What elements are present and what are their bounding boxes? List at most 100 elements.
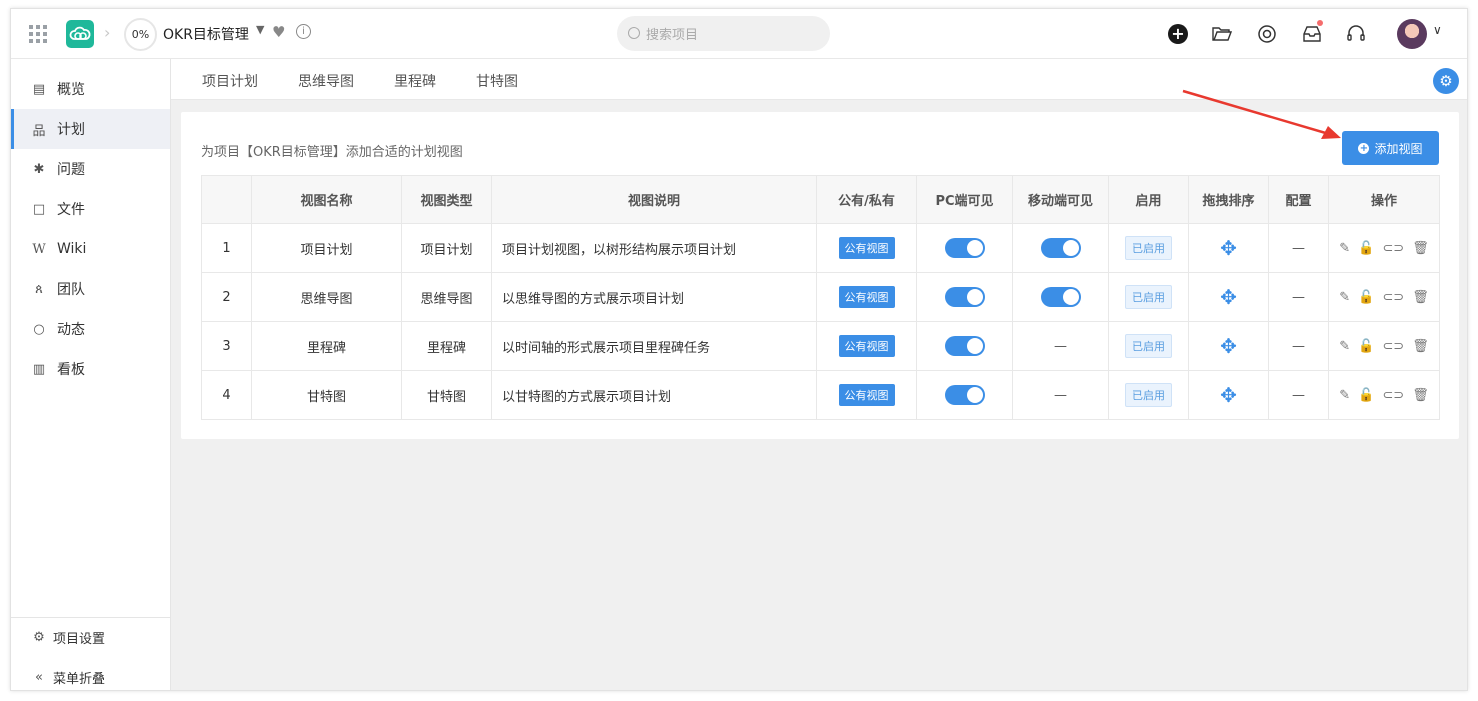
sidebar-item-label: 动态 <box>57 322 85 338</box>
sidebar-item-label: 团队 <box>57 282 85 298</box>
visibility-badge: 公有视图 <box>838 237 895 259</box>
column-header: 公有/私有 <box>816 175 917 224</box>
column-header: 视图名称 <box>251 175 402 224</box>
tab-gantt[interactable]: 甘特图 <box>476 71 518 91</box>
view-description: 以思维导图的方式展示项目计划 <box>491 272 817 322</box>
view-type: 思维导图 <box>401 272 492 322</box>
toggle-icon[interactable]: ⊂⊃ <box>1382 241 1404 256</box>
edit-icon[interactable]: ✎ <box>1339 241 1350 256</box>
lock-icon[interactable]: 🔓 <box>1358 241 1374 256</box>
headset-icon[interactable] <box>1344 22 1368 46</box>
sidebar-item-activity[interactable]: ○ 动态 <box>11 309 170 349</box>
add-button[interactable]: + <box>1166 22 1190 46</box>
top-bar: › 0% OKR目标管理 ▼ ♥ i 搜索项目 + ∨ <box>11 9 1467 59</box>
sidebar-item-overview[interactable]: ▤ 概览 <box>11 69 170 109</box>
column-header: 移动端可见 <box>1012 175 1109 224</box>
edit-icon[interactable]: ✎ <box>1339 290 1350 305</box>
add-view-button[interactable]: + 添加视图 <box>1342 131 1439 165</box>
pc-visible-toggle[interactable] <box>944 336 985 356</box>
actions-cell: ✎ 🔓 ⊂⊃ 🗑 <box>1328 272 1440 322</box>
drag-handle-icon[interactable]: ✥ <box>1220 236 1237 260</box>
sidebar-item-label: Wiki <box>57 241 87 257</box>
avatar[interactable] <box>1397 19 1427 49</box>
hierarchy-icon: 品 <box>32 123 46 139</box>
view-settings-card: 为项目【OKR目标管理】添加合适的计划视图 + 添加视图 视图名称 视图类型 视图… <box>181 112 1459 439</box>
team-icon: ጰ <box>35 281 43 297</box>
table-row: 2 思维导图 思维导图 以思维导图的方式展示项目计划 公有视图 已启用 ✥ — … <box>201 272 1440 322</box>
project-title[interactable]: OKR目标管理 <box>163 24 249 44</box>
pc-visible-toggle[interactable] <box>944 238 985 258</box>
notification-dot <box>1317 20 1323 26</box>
lifebuoy-icon[interactable] <box>1255 22 1279 46</box>
visibility-badge: 公有视图 <box>838 384 895 406</box>
settings-label: 项目设置 <box>53 631 106 647</box>
lock-icon[interactable]: 🔓 <box>1358 339 1374 354</box>
row-index: 2 <box>201 272 252 322</box>
column-header: 拖拽排序 <box>1188 175 1269 224</box>
double-chevron-left-icon: « <box>35 669 43 685</box>
trash-icon[interactable]: 🗑 <box>1412 290 1429 305</box>
trash-icon[interactable]: 🗑 <box>1412 388 1429 403</box>
heart-icon[interactable]: ♥ <box>272 23 285 41</box>
tab-project-plan[interactable]: 项目计划 <box>202 71 258 91</box>
drag-handle-icon[interactable]: ✥ <box>1220 285 1237 309</box>
folder-icon: □ <box>32 201 46 217</box>
project-settings-button[interactable]: ⚙ 项目设置 <box>11 617 170 657</box>
config-cell: — <box>1268 272 1329 322</box>
folder-open-icon[interactable] <box>1210 22 1234 46</box>
pc-visible-toggle[interactable] <box>944 287 985 307</box>
trash-icon[interactable]: 🗑 <box>1412 339 1429 354</box>
cloud-logo-icon[interactable] <box>66 20 94 48</box>
caret-down-icon[interactable]: ▼ <box>256 23 264 36</box>
app-window: › 0% OKR目标管理 ▼ ♥ i 搜索项目 + ∨ ▤ 概览 品计划 ✱ 问题 … <box>10 8 1468 691</box>
config-cell: — <box>1268 321 1329 371</box>
column-header: 配置 <box>1268 175 1329 224</box>
sidebar-item-plan[interactable]: 品计划 <box>11 109 170 149</box>
sidebar-item-board[interactable]: ▥ 看板 <box>11 349 170 389</box>
trash-icon[interactable]: 🗑 <box>1412 241 1429 256</box>
app-grid-icon[interactable] <box>29 25 47 43</box>
drag-handle-icon[interactable]: ✥ <box>1220 383 1237 407</box>
edit-icon[interactable]: ✎ <box>1339 339 1350 354</box>
sidebar-item-wiki[interactable]: W Wiki <box>11 229 170 269</box>
info-icon[interactable]: i <box>296 24 311 39</box>
pc-visible-toggle[interactable] <box>944 385 985 405</box>
mobile-visible-toggle[interactable] <box>1040 238 1081 258</box>
tab-mind-map[interactable]: 思维导图 <box>298 71 354 91</box>
toggle-icon[interactable]: ⊂⊃ <box>1382 290 1404 305</box>
config-cell: — <box>1268 370 1329 420</box>
lock-icon[interactable]: 🔓 <box>1358 290 1374 305</box>
drag-handle-icon[interactable]: ✥ <box>1220 334 1237 358</box>
sidebar-item-files[interactable]: □ 文件 <box>11 189 170 229</box>
chart-icon: ▥ <box>32 361 46 377</box>
sidebar-item-issues[interactable]: ✱ 问题 <box>11 149 170 189</box>
sidebar-item-label: 问题 <box>57 162 85 178</box>
page-hint: 为项目【OKR目标管理】添加合适的计划视图 <box>201 145 463 160</box>
view-description: 以时间轴的形式展示项目里程碑任务 <box>491 321 817 371</box>
collapse-menu-button[interactable]: « 菜单折叠 <box>11 657 170 690</box>
sidebar-item-label: 概览 <box>57 82 85 98</box>
column-header: 视图类型 <box>401 175 492 224</box>
tab-milestone[interactable]: 里程碑 <box>394 71 436 91</box>
row-index: 4 <box>201 370 252 420</box>
toggle-icon[interactable]: ⊂⊃ <box>1382 339 1404 354</box>
table-row: 4 甘特图 甘特图 以甘特图的方式展示项目计划 公有视图 — 已启用 ✥ — ✎… <box>201 370 1440 420</box>
view-description: 以甘特图的方式展示项目计划 <box>491 370 817 420</box>
lock-icon[interactable]: 🔓 <box>1358 388 1374 403</box>
visibility-badge: 公有视图 <box>838 335 895 357</box>
view-name: 思维导图 <box>251 272 402 322</box>
search-input[interactable]: 搜索项目 <box>617 16 830 51</box>
chevron-right-icon: › <box>104 23 111 42</box>
column-header: 视图说明 <box>491 175 817 224</box>
toggle-icon[interactable]: ⊂⊃ <box>1382 388 1404 403</box>
chevron-down-icon[interactable]: ∨ <box>1433 23 1442 37</box>
column-header: 启用 <box>1108 175 1189 224</box>
edit-icon[interactable]: ✎ <box>1339 388 1350 403</box>
plus-icon: + <box>1168 24 1188 44</box>
gear-icon[interactable]: ⚙ <box>1433 68 1459 94</box>
actions-cell: ✎ 🔓 ⊂⊃ 🗑 <box>1328 321 1440 371</box>
sidebar-item-team[interactable]: ጰ 团队 <box>11 269 170 309</box>
mobile-visible-empty: — <box>1012 321 1109 371</box>
collapse-label: 菜单折叠 <box>53 671 106 687</box>
mobile-visible-toggle[interactable] <box>1040 287 1081 307</box>
